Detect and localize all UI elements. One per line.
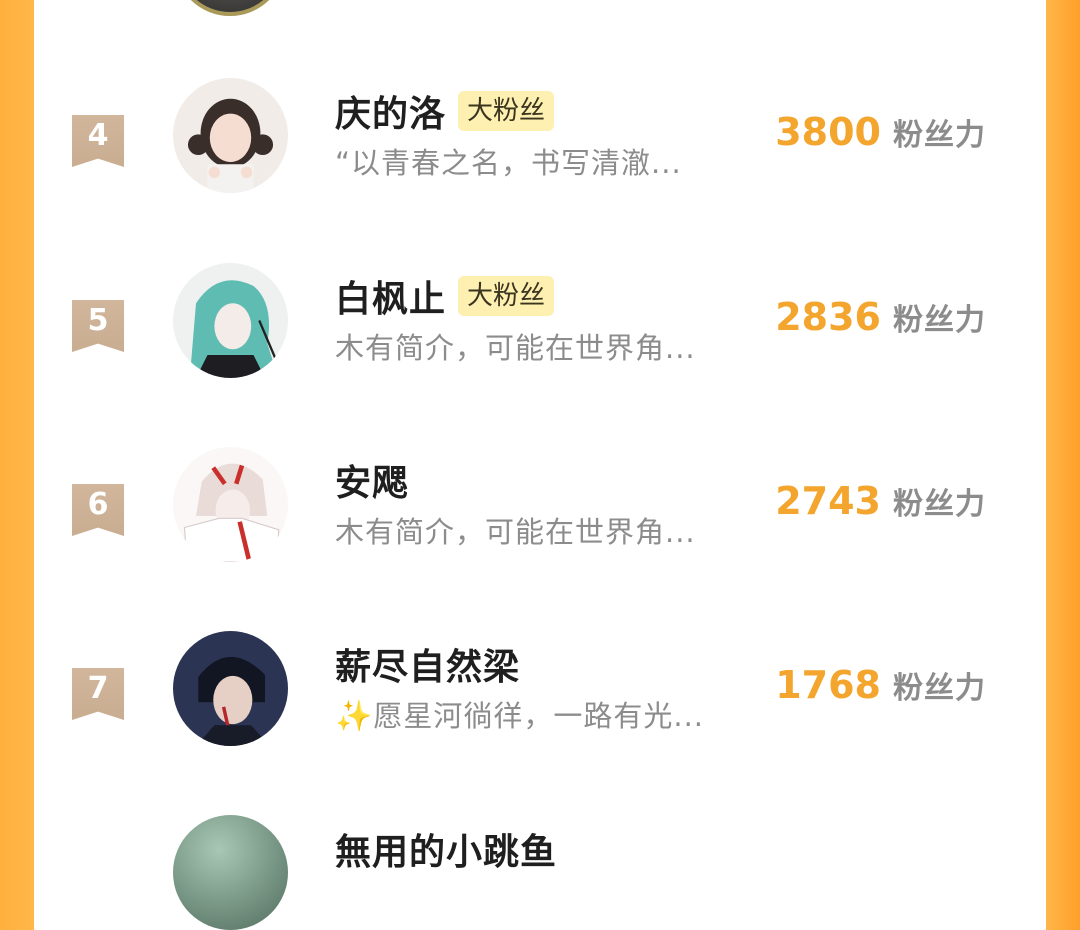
list-item[interactable]: 4 庆的洛 大粉丝 “以青春之名，书写清澈... 3800 粉丝力 [0,78,1080,228]
fan-power: 1768 粉丝力 [775,663,986,707]
fan-power-value: 2836 [775,295,881,339]
rank-badge: 5 [72,300,124,352]
fan-power-unit: 粉丝力 [893,118,986,153]
user-bio: “以青春之名，书写清澈... [335,146,682,180]
fan-power-unit: 粉丝力 [893,303,986,338]
rank-badge: 7 [72,668,124,720]
user-name[interactable]: 安飔 [335,454,409,506]
list-item-partial[interactable]: 無用的小跳鱼 [0,815,1080,930]
list-item[interactable]: 5 白枫止 大粉丝 木有简介，可能在世界角... 2836 粉丝力 [0,263,1080,413]
user-bio: 木有简介，可能在世界角... [335,515,696,549]
user-bio: 木有简介，可能在世界角... [335,331,696,365]
fan-level-badge: 大粉丝 [458,276,555,316]
user-name[interactable]: 無用的小跳鱼 [335,823,557,875]
list-item[interactable]: 6 安飔 木有简介，可能在世界角... 2743 粉丝力 [0,447,1080,597]
fan-power-value: 3800 [775,110,881,154]
fan-power: 2836 粉丝力 [775,295,986,339]
avatar[interactable] [173,447,288,562]
user-name[interactable]: 庆的洛 [335,85,446,137]
user-name[interactable]: 薪尽自然梁 [335,638,520,690]
avatar[interactable] [173,78,288,193]
fan-power-unit: 粉丝力 [893,671,986,706]
fan-power-value: 1768 [775,663,881,707]
fan-power: 2743 粉丝力 [775,479,986,523]
user-bio: ✨愿星河徜徉，一路有光... [335,693,704,735]
fan-power-value: 2743 [775,479,881,523]
sparkle-icon: ✨ [335,699,374,734]
list-item[interactable]: 7 薪尽自然梁 ✨愿星河徜徉，一路有光... 1768 粉丝力 [0,631,1080,781]
user-bio-text: 愿星河徜徉，一路有光... [373,699,705,733]
avatar[interactable] [173,815,288,930]
avatar[interactable] [173,263,288,378]
fan-level-badge: 大粉丝 [458,91,555,131]
fan-power: 3800 粉丝力 [775,110,986,154]
rank-badge: 6 [72,484,124,536]
fan-power-unit: 粉丝力 [893,487,986,522]
user-name[interactable]: 白枫止 [335,270,446,322]
rank-badge: 4 [72,115,124,167]
avatar[interactable] [173,631,288,746]
